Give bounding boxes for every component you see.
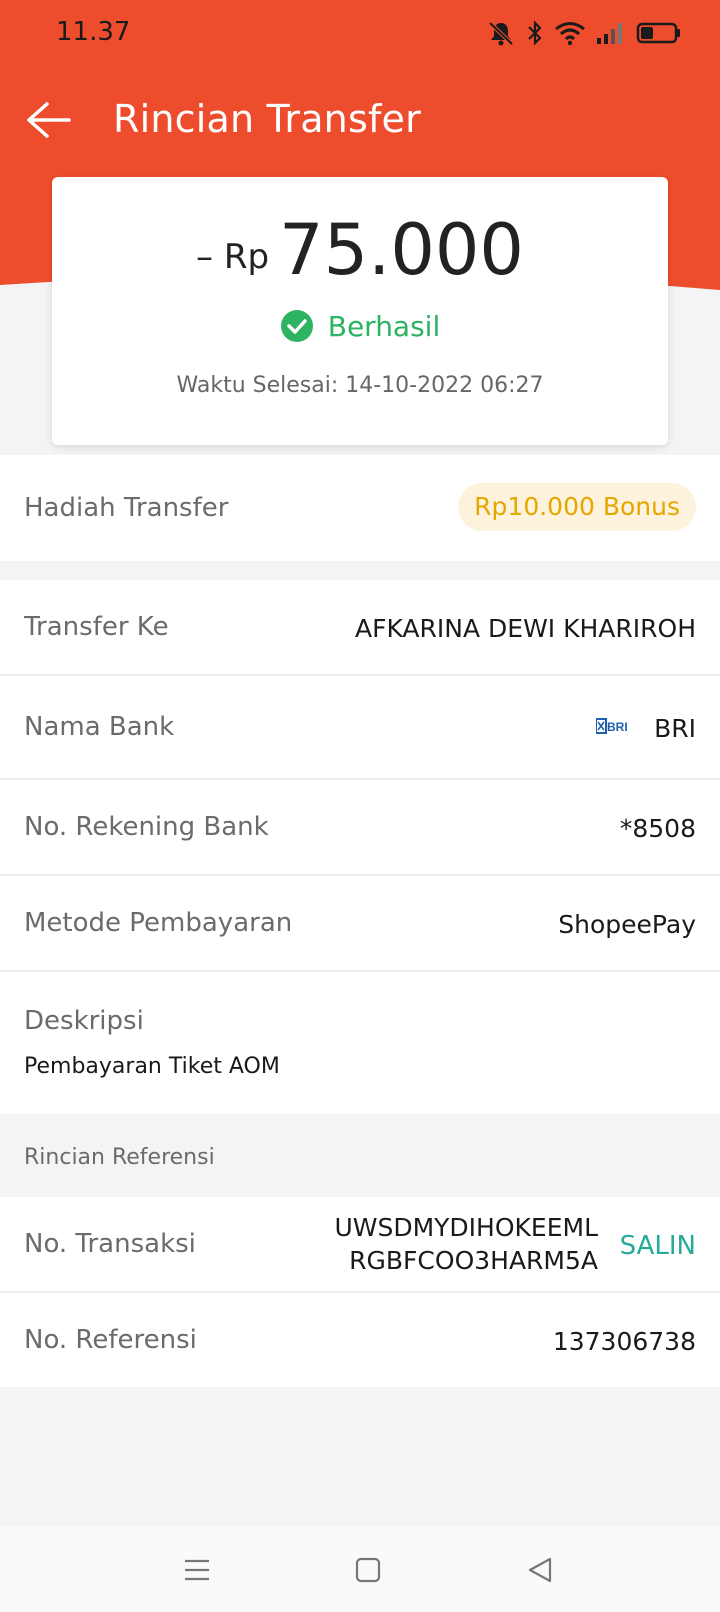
reference-section-title: Rincian Referensi (24, 1145, 215, 1170)
reward-row: Hadiah Transfer Rp10.000 Bonus (0, 455, 720, 561)
description-label: Deskripsi (24, 1006, 144, 1036)
reference-section-header: Rincian Referensi (0, 1115, 720, 1197)
account-number-label: No. Rekening Bank (24, 812, 269, 842)
transaction-number-line2: RGBFCOO3HARM5A (349, 1246, 598, 1275)
signal-icon (596, 20, 626, 46)
reference-number-row: No. Referensi 137306738 (0, 1293, 720, 1387)
amount-row: – Rp 75.000 (52, 215, 668, 285)
page-title: Rincian Transfer (113, 97, 421, 141)
reference-number-label: No. Referensi (24, 1325, 197, 1355)
check-circle-icon (280, 310, 313, 342)
menu-button[interactable] (175, 1548, 219, 1592)
bank-name-row: Nama Bank BRI BRI (0, 676, 720, 778)
reference-number-value: 137306738 (552, 1327, 696, 1356)
mute-icon (486, 20, 516, 46)
status-bar: 11.37 (0, 0, 720, 66)
transaction-number-label: No. Transaksi (24, 1229, 196, 1259)
transfer-summary-card: – Rp 75.000 Berhasil Waktu Selesai: 14-1… (52, 177, 668, 445)
status-icons (486, 18, 682, 48)
amount-value: 75.000 (279, 209, 524, 291)
status-time: 11.37 (56, 17, 131, 47)
top-bar: Rincian Transfer (0, 80, 720, 160)
transfer-to-label: Transfer Ke (24, 612, 169, 642)
payment-method-row: Metode Pembayaran ShopeePay (0, 876, 720, 970)
copy-button[interactable]: SALIN (620, 1231, 696, 1261)
account-number-value: *8508 (619, 814, 696, 843)
transaction-number-value: UWSDMYDIHOKEEML RGBFCOO3HARM5A (334, 1211, 598, 1277)
transfer-to-value: AFKARINA DEWI KHARIROH (354, 614, 696, 643)
home-button[interactable] (346, 1548, 390, 1592)
bri-logo-icon: BRI (596, 718, 628, 734)
transaction-number-line1: UWSDMYDIHOKEEML (334, 1213, 598, 1242)
bonus-badge: Rp10.000 Bonus (458, 483, 696, 531)
system-nav-bar (0, 1526, 720, 1612)
status-row: Berhasil (52, 309, 668, 343)
back-button[interactable] (22, 94, 74, 146)
account-number-row: No. Rekening Bank *8508 (0, 780, 720, 874)
nav-back-button[interactable] (518, 1548, 562, 1592)
transaction-number-row: No. Transaksi UWSDMYDIHOKEEML RGBFCOO3HA… (0, 1197, 720, 1291)
arrow-left-icon (27, 102, 71, 138)
back-triangle-icon (528, 1557, 552, 1583)
status-text: Berhasil (327, 309, 441, 343)
amount-prefix: – Rp (196, 237, 270, 277)
home-icon (355, 1557, 381, 1583)
bluetooth-icon (526, 20, 544, 46)
bank-name-value: BRI (654, 714, 696, 743)
completed-time: Waktu Selesai: 14-10-2022 06:27 (176, 373, 544, 398)
bank-name-label: Nama Bank (24, 712, 175, 742)
payment-method-label: Metode Pembayaran (24, 908, 293, 938)
description-value: Pembayaran Tiket AOM (24, 1054, 280, 1079)
reward-label: Hadiah Transfer (24, 493, 229, 523)
svg-text:BRI: BRI (607, 720, 628, 734)
wifi-icon (554, 20, 586, 46)
payment-method-value: ShopeePay (558, 910, 696, 939)
description-row: Deskripsi Pembayaran Tiket AOM (0, 972, 720, 1114)
transfer-to-row: Transfer Ke AFKARINA DEWI KHARIROH (0, 580, 720, 674)
battery-icon (636, 20, 682, 46)
menu-icon (185, 1559, 209, 1581)
